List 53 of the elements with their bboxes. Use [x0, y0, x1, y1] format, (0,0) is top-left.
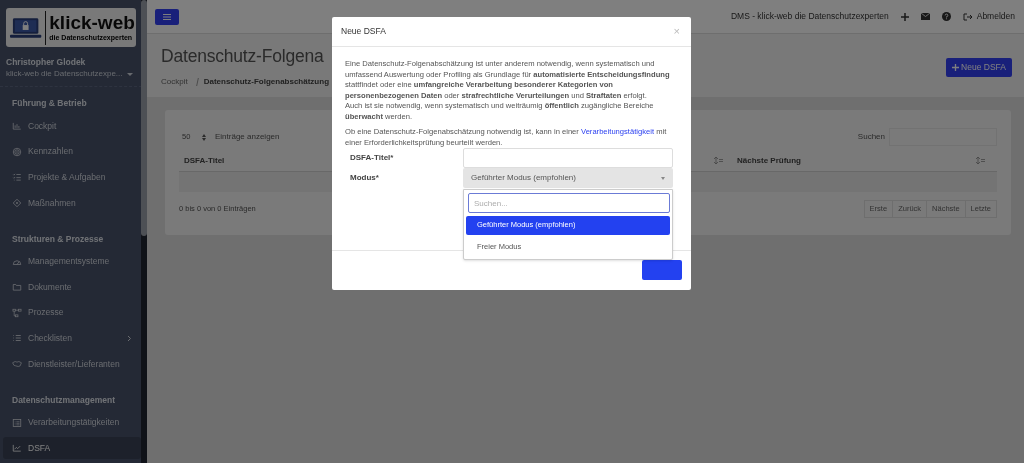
modal-title: Neue DSFA: [341, 25, 386, 38]
mail-icon[interactable]: [920, 13, 930, 20]
new-dsfa-button[interactable]: Neue DSFA: [946, 58, 1012, 77]
length-label: Einträge anzeigen: [215, 131, 280, 143]
site-name[interactable]: DMS - klick-web die Datenschutzexperten: [730, 10, 889, 23]
table-icon: [12, 417, 22, 428]
sidebar-item[interactable]: Dienstleister/Lieferanten: [3, 353, 141, 375]
scrollbar[interactable]: [141, 0, 147, 463]
line-chart-icon: [12, 443, 22, 454]
page-title: Datenschutz-Folgena: [161, 45, 325, 68]
help-icon[interactable]: [941, 12, 951, 21]
list-icon: [12, 333, 22, 344]
field-label: Modus*: [350, 172, 380, 184]
sidebar-item[interactable]: Managementsysteme: [3, 250, 141, 273]
laptop-lock-icon: [9, 15, 43, 40]
chevron-right-icon: [127, 334, 132, 342]
sidebar-item[interactable]: DSFA: [3, 437, 141, 459]
title-input[interactable]: [463, 148, 673, 168]
plus-icon[interactable]: [900, 12, 909, 21]
mode-select[interactable]: Geführter Modus (empfohlen): [463, 168, 673, 188]
dropdown-search-field[interactable]: Suchen...: [468, 193, 670, 213]
updown-icon: [202, 133, 206, 141]
logout-icon: [962, 12, 972, 21]
diamond-icon: [12, 197, 22, 208]
target-icon: [12, 146, 22, 157]
caret-icon: [661, 176, 665, 180]
sidebar-item[interactable]: Projekte & Aufgaben: [3, 166, 141, 189]
checklist-icon: [12, 172, 22, 183]
breadcrumb-link[interactable]: Cockpit: [161, 76, 188, 88]
field-label: DSFA-Titel*: [350, 152, 395, 164]
flowchart-icon: [12, 307, 22, 318]
logout-link[interactable]: Abmelden: [976, 10, 1015, 23]
section-heading: Datenschutzmanagement: [11, 393, 116, 406]
close-button[interactable]: ×: [673, 26, 680, 37]
sidebar-item[interactable]: Maßnahmen: [3, 192, 141, 214]
sort-icon[interactable]: [714, 157, 723, 164]
logo-title: klick-web: [49, 13, 133, 34]
caret-icon[interactable]: [127, 72, 133, 76]
menu-button[interactable]: [155, 8, 179, 25]
sidebar-item[interactable]: Dokumente: [3, 276, 141, 298]
section-heading: Strukturen & Prozesse: [11, 232, 105, 245]
folder-icon: [12, 282, 22, 293]
sidebar-item[interactable]: Verarbeitungstätigkeiten: [3, 411, 141, 434]
plus-icon: [952, 64, 960, 71]
bar-chart-icon: [12, 121, 22, 132]
sidebar-item[interactable]: Prozesse: [3, 301, 141, 324]
breadcrumb-current: Datenschutz-Folgenabschätzung: [203, 76, 330, 88]
section-heading: Führung & Betrieb: [11, 97, 88, 110]
column-header[interactable]: Nächste Prüfung: [737, 154, 976, 167]
menu-icon: [163, 13, 171, 20]
sort-icon[interactable]: [976, 157, 985, 164]
search-label: Suchen: [857, 131, 885, 143]
user-name: Christopher Glodek: [6, 56, 87, 69]
